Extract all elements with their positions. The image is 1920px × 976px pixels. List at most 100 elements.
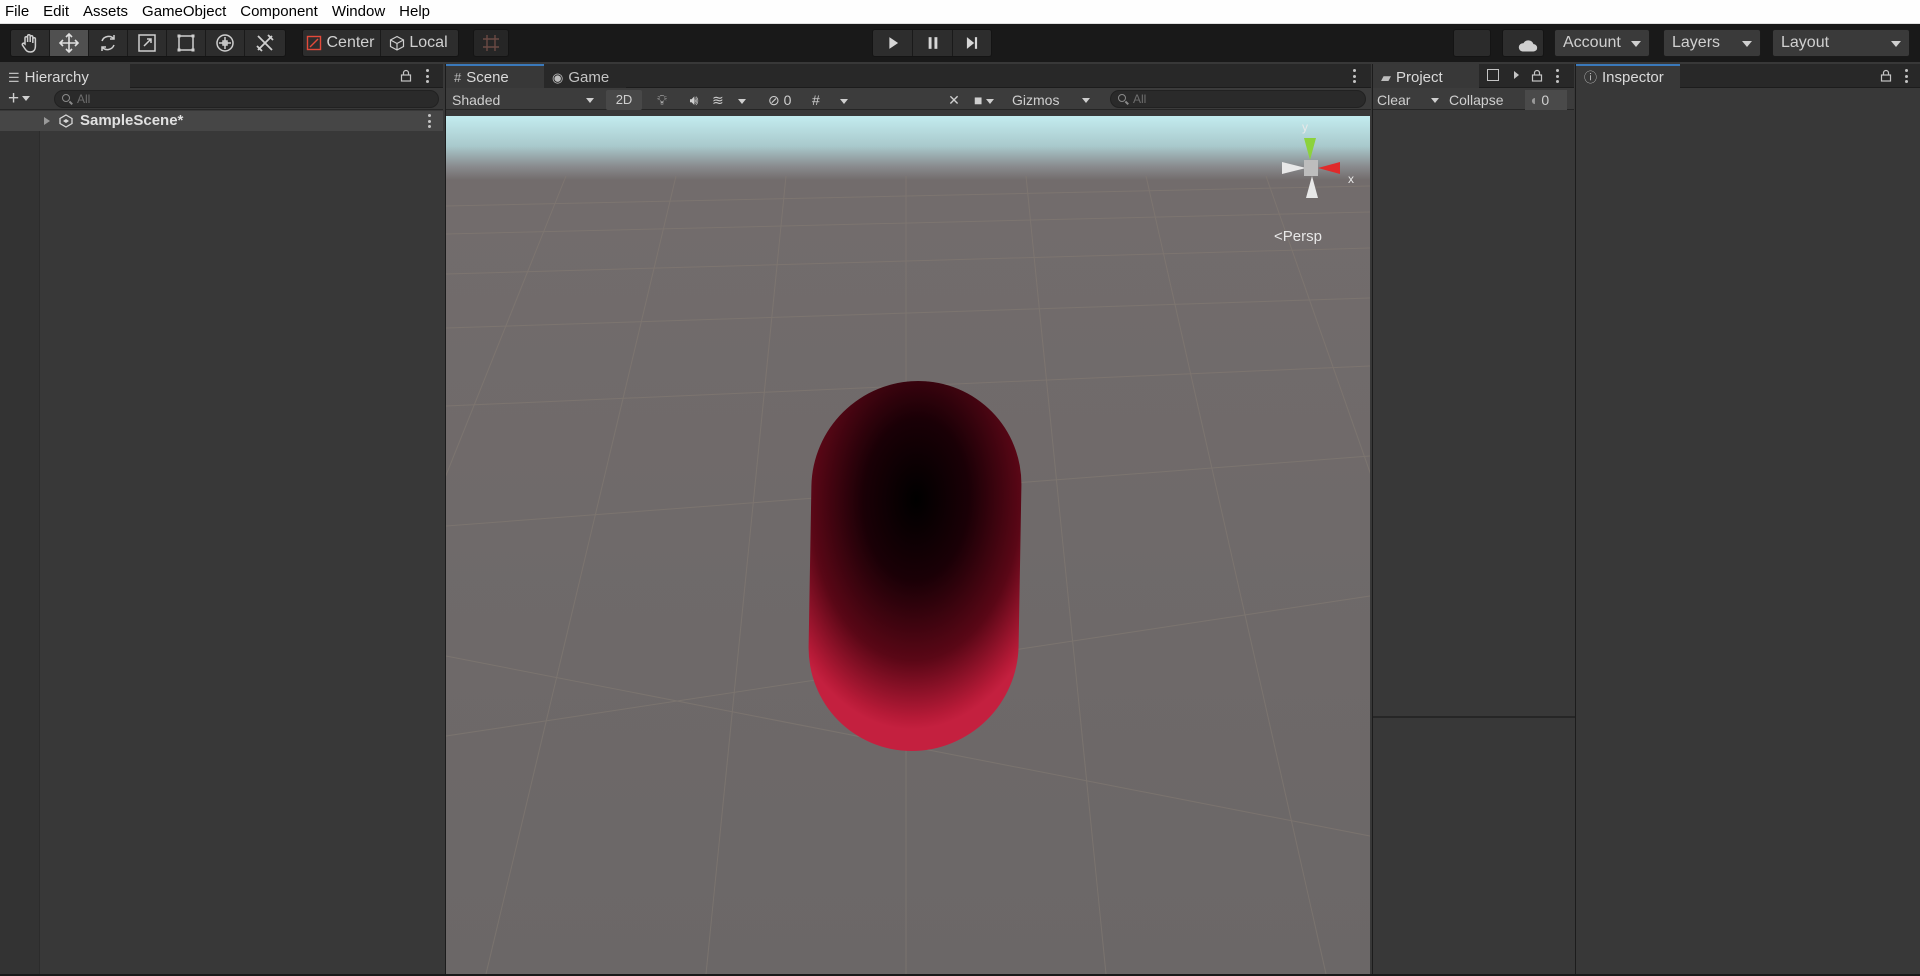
project-tab-label: Project [1396, 69, 1443, 86]
lighting-toggle[interactable]: 💡︎ [648, 90, 676, 110]
scene-panel-menu-icon[interactable] [1352, 69, 1356, 83]
move-icon [58, 32, 80, 54]
chevron-down-icon [1082, 98, 1090, 103]
rect-transform-icon [177, 34, 195, 52]
scale-icon [138, 34, 156, 52]
toggle-2d-button[interactable]: 2D [606, 90, 642, 110]
menu-help[interactable]: Help [392, 0, 437, 24]
pivot-center-button[interactable]: Center [303, 30, 381, 56]
hierarchy-search-placeholder: All [77, 92, 91, 106]
tools-icon [256, 34, 274, 52]
tools-icon: ✕ [948, 92, 960, 108]
chevron-down-icon [1631, 41, 1641, 47]
layout-dropdown[interactable]: Layout [1772, 29, 1910, 57]
inspector-tab-label: Inspector [1602, 69, 1664, 86]
capsule-object[interactable] [806, 381, 1024, 751]
pivot-local-button[interactable]: Local [381, 30, 458, 56]
chevron-down-icon [1431, 98, 1439, 103]
list-icon: ☰ [8, 70, 20, 85]
projection-label: Persp [1282, 228, 1322, 245]
message-count-toggle[interactable]: ◖ 0 [1525, 90, 1567, 110]
lock-icon[interactable] [1531, 69, 1543, 82]
collab-button[interactable] [1453, 29, 1491, 57]
scene-viewport[interactable]: y x <Persp [446, 116, 1370, 974]
camera-dropdown[interactable]: ■ [974, 90, 1008, 110]
hierarchy-search-input[interactable]: All [54, 90, 439, 108]
play-button[interactable] [873, 30, 913, 56]
game-tab-label: Game [568, 69, 610, 86]
tab-hierarchy[interactable]: ☰ Hierarchy [0, 64, 130, 88]
scene-row[interactable]: SampleScene* [0, 111, 443, 131]
tab-overflow-icon[interactable] [1514, 71, 1519, 79]
clear-dropdown[interactable]: Clear [1377, 90, 1443, 110]
console-tab-icon[interactable] [1487, 69, 1499, 81]
gizmo-x-label: x [1348, 172, 1354, 186]
tools-toggle[interactable]: ✕ [940, 90, 968, 110]
console-toolbar: Clear Collapse ◖ 0 [1373, 88, 1574, 110]
playmode-controls [872, 29, 992, 57]
create-dropdown[interactable]: + [8, 89, 31, 109]
grid-icon: # [812, 92, 820, 108]
hierarchy-list: SampleScene* [0, 111, 443, 974]
chevron-down-icon [986, 98, 995, 104]
tab-scene[interactable]: # Scene [446, 64, 544, 88]
menu-bar: File Edit Assets GameObject Component Wi… [0, 0, 1920, 24]
pause-button[interactable] [913, 30, 953, 56]
hand-tool-button[interactable] [11, 30, 50, 56]
lock-icon[interactable] [400, 69, 412, 82]
menu-component[interactable]: Component [233, 0, 325, 24]
scene-search-input[interactable]: All [1110, 90, 1366, 108]
shading-mode-dropdown[interactable]: Shaded [452, 90, 600, 110]
hierarchy-menu-icon[interactable] [425, 69, 429, 83]
effects-dropdown[interactable]: ≋ [712, 90, 762, 110]
play-icon [888, 37, 898, 49]
scene-orientation-gizmo[interactable] [1270, 124, 1360, 214]
gamepad-icon: ◉ [552, 70, 564, 85]
scale-tool-button[interactable] [128, 30, 167, 56]
inspector-menu-icon[interactable] [1904, 69, 1908, 83]
audio-toggle[interactable]: 🔊︎ [680, 90, 708, 110]
grid-dropdown[interactable]: # [812, 90, 862, 110]
tab-project[interactable]: ▰ Project [1373, 64, 1479, 88]
step-button[interactable] [953, 30, 991, 56]
rotate-tool-button[interactable] [89, 30, 128, 56]
menu-assets[interactable]: Assets [76, 0, 135, 24]
chevron-down-icon [1891, 41, 1901, 47]
chevron-down-icon [839, 98, 848, 104]
expand-arrow-icon[interactable] [44, 117, 50, 125]
lock-icon[interactable] [1880, 69, 1892, 82]
pivot-icon [307, 35, 322, 51]
account-dropdown[interactable]: Account [1554, 29, 1650, 57]
menu-gameobject[interactable]: GameObject [135, 0, 233, 24]
tab-inspector[interactable]: ⓘ Inspector [1576, 64, 1680, 88]
project-divider[interactable] [1373, 716, 1575, 718]
cloud-button[interactable] [1502, 29, 1544, 57]
move-tool-button[interactable] [50, 30, 89, 56]
scene-menu-icon[interactable] [427, 114, 431, 128]
custom-tool-button[interactable] [245, 30, 285, 56]
transform-tool-button[interactable] [206, 30, 245, 56]
step-icon [966, 37, 978, 49]
eye-slash-icon: ⊘ [768, 92, 780, 108]
hierarchy-gutter [0, 111, 40, 974]
chevron-down-icon [22, 96, 31, 102]
menu-window[interactable]: Window [325, 0, 392, 24]
gizmo-y-label: y [1302, 120, 1308, 134]
menu-file[interactable]: File [0, 0, 36, 24]
projection-toggle[interactable]: <Persp [1274, 228, 1322, 245]
menu-edit[interactable]: Edit [36, 0, 76, 24]
pivot-toggles: Center Local [302, 29, 459, 57]
layers-label: Layers [1672, 34, 1721, 51]
collapse-button[interactable]: Collapse [1449, 90, 1519, 110]
gizmos-dropdown[interactable]: Gizmos [1012, 90, 1096, 110]
search-icon [62, 94, 70, 102]
layers-dropdown[interactable]: Layers [1663, 29, 1761, 57]
rect-tool-button[interactable] [167, 30, 206, 56]
toggle-2d-label: 2D [615, 92, 633, 107]
hidden-objects-toggle[interactable]: ⊘ 0 [768, 90, 808, 110]
grid-snap-toggle[interactable] [473, 29, 509, 57]
collapse-label: Collapse [1449, 92, 1504, 108]
inspector-panel: ⓘ Inspector [1575, 64, 1920, 974]
tab-game[interactable]: ◉ Game [544, 64, 626, 88]
project-menu-icon[interactable] [1555, 69, 1559, 83]
